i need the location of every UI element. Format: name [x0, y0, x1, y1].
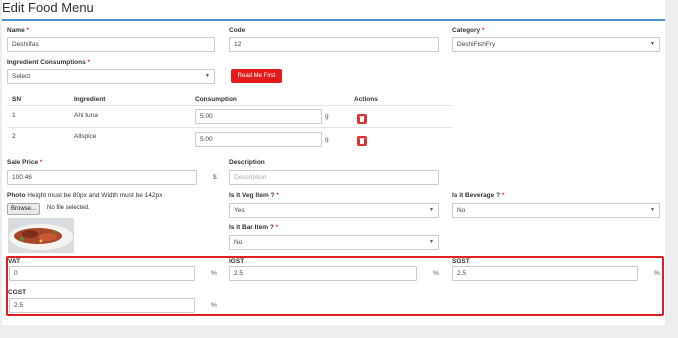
- sgst-input[interactable]: 2.5: [452, 266, 638, 281]
- cgst-label: CGST: [8, 289, 27, 296]
- vat-input[interactable]: 0: [9, 266, 195, 281]
- sale-price-input[interactable]: 100.46: [7, 170, 197, 185]
- title-divider: [2, 19, 665, 21]
- table-header-sn: SN: [12, 96, 22, 103]
- code-input[interactable]: 12: [229, 37, 439, 52]
- beverage-label: Is it Beverage ? *: [452, 192, 505, 199]
- table-cell-ingredient: Allspice: [74, 133, 97, 140]
- category-select[interactable]: DeshiFishFry ▼: [452, 37, 660, 52]
- consumption-unit: g: [325, 113, 329, 120]
- delete-row-button[interactable]: [357, 136, 367, 146]
- code-label: Code: [229, 27, 246, 34]
- table-cell-sn: 1: [12, 112, 16, 119]
- edit-food-menu-page: Edit Food Menu Name * Deshilfas Code 12 …: [2, 0, 665, 325]
- page-title: Edit Food Menu: [2, 0, 94, 15]
- vat-label: VAT: [8, 258, 21, 265]
- consumption-input[interactable]: 5.00: [195, 109, 322, 124]
- name-input[interactable]: Deshilfas: [7, 37, 215, 52]
- bar-item-select[interactable]: No ▼: [229, 235, 439, 250]
- ingredient-consumptions-label: Ingredient Consumptions *: [7, 59, 91, 66]
- name-label: Name *: [7, 27, 30, 34]
- veg-item-label: Is it Veg Item ? *: [229, 192, 279, 199]
- read-me-first-button[interactable]: Read Me First: [231, 69, 282, 83]
- currency-unit: $: [213, 174, 217, 181]
- trash-icon: [359, 116, 365, 122]
- table-divider: [7, 127, 452, 128]
- chevron-down-icon: ▼: [429, 207, 434, 213]
- table-divider: [7, 105, 452, 106]
- food-photo-thumbnail: [8, 218, 74, 253]
- table-cell-ingredient: Ahi tuna: [74, 112, 98, 119]
- description-label: Description: [229, 159, 265, 166]
- sale-price-label: Sale Price *: [7, 159, 43, 166]
- igst-label: IGST: [229, 258, 245, 265]
- table-header-actions: Actions: [354, 96, 378, 103]
- veg-item-select[interactable]: Yes ▼: [229, 203, 439, 218]
- chevron-down-icon: ▼: [650, 41, 655, 47]
- photo-label: Photo Height must be 80px and Width must…: [7, 192, 163, 199]
- description-input[interactable]: Description: [229, 170, 439, 185]
- bar-item-label: Is it Bar Item ? *: [229, 224, 279, 231]
- table-header-consumption: Consumption: [195, 96, 237, 103]
- igst-unit: %: [433, 270, 439, 277]
- category-label: Category *: [452, 27, 485, 34]
- browse-button[interactable]: Browse...: [7, 203, 41, 215]
- file-status: No file selected.: [47, 205, 90, 211]
- vat-unit: %: [211, 270, 217, 277]
- consumption-input[interactable]: 5.00: [195, 132, 322, 147]
- delete-row-button[interactable]: [357, 114, 367, 124]
- chevron-down-icon: ▼: [429, 239, 434, 245]
- ingredient-select[interactable]: Select ▼: [7, 69, 215, 84]
- beverage-select[interactable]: No ▼: [452, 203, 660, 218]
- sgst-unit: %: [654, 270, 660, 277]
- consumption-unit: g: [325, 136, 329, 143]
- igst-input[interactable]: 2.5: [229, 266, 417, 281]
- chevron-down-icon: ▼: [205, 73, 210, 79]
- cgst-input[interactable]: 2.5: [9, 298, 195, 313]
- cgst-unit: %: [211, 302, 217, 309]
- table-cell-sn: 2: [12, 133, 16, 140]
- table-header-ingredient: Ingredient: [74, 96, 106, 103]
- chevron-down-icon: ▼: [650, 207, 655, 213]
- trash-icon: [359, 138, 365, 144]
- sgst-label: SGST: [452, 258, 470, 265]
